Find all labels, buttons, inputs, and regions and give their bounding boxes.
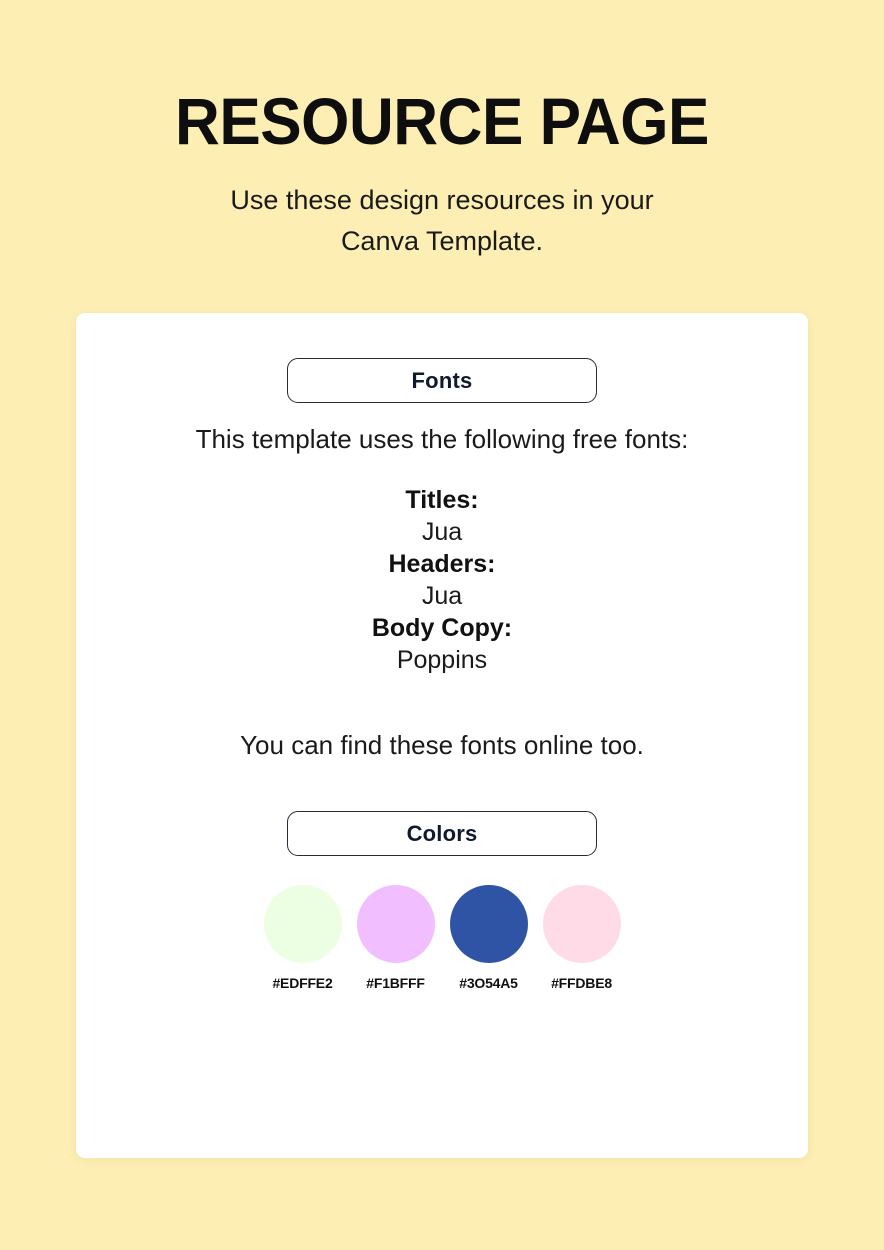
color-swatch-hex-label: #F1BFFF	[366, 975, 425, 992]
page-header: RESOURCE PAGE Use these design resources…	[0, 0, 884, 261]
fonts-section: Fonts This template uses the following f…	[76, 313, 808, 761]
color-swatch-dot	[542, 885, 621, 964]
color-swatch: #F1BFFF	[356, 885, 435, 992]
color-swatch-hex-label: #FFDBE8	[551, 975, 612, 992]
font-entry-value: Poppins	[396, 646, 488, 675]
color-swatch-hex-label: #EDFFE2	[272, 975, 333, 992]
fonts-intro-text: This template uses the following free fo…	[195, 424, 689, 454]
font-entry-body-copy: Body Copy: Poppins	[76, 612, 808, 676]
color-swatch-row: #EDFFE2 #F1BFFF #3O54A5 #FFDBE8	[76, 885, 808, 991]
colors-section: Colors #EDFFE2 #F1BFFF #3O54A5 #FFDBE8	[76, 811, 808, 991]
color-swatch-dot	[263, 885, 342, 964]
font-entry-value: Jua	[421, 582, 463, 611]
color-swatch: #EDFFE2	[263, 885, 342, 992]
font-entry-label: Headers:	[388, 550, 496, 579]
fonts-pill-label: Fonts	[411, 367, 473, 393]
font-entry-label: Titles:	[405, 486, 479, 515]
color-swatch-hex-label: #3O54A5	[459, 975, 518, 992]
colors-pill: Colors	[287, 811, 597, 857]
fonts-pill: Fonts	[287, 358, 597, 403]
color-swatch: #FFDBE8	[542, 885, 621, 992]
resource-card: Fonts This template uses the following f…	[76, 313, 808, 1158]
colors-pill-label: Colors	[406, 820, 478, 846]
page-title: RESOURCE PAGE	[175, 84, 709, 158]
color-swatch-dot	[449, 885, 528, 964]
font-list: Titles: Jua Headers: Jua Body Copy: Popp…	[76, 484, 808, 676]
color-swatch-dot	[356, 885, 435, 964]
fonts-footnote: You can find these fonts online too.	[240, 730, 644, 761]
font-entry-value: Jua	[421, 518, 463, 547]
font-entry-headers: Headers: Jua	[76, 548, 808, 612]
font-entry-titles: Titles: Jua	[76, 484, 808, 548]
page-subtitle: Use these design resources in your Canva…	[230, 185, 654, 256]
color-swatch: #3O54A5	[449, 885, 528, 992]
font-entry-label: Body Copy:	[371, 614, 513, 643]
